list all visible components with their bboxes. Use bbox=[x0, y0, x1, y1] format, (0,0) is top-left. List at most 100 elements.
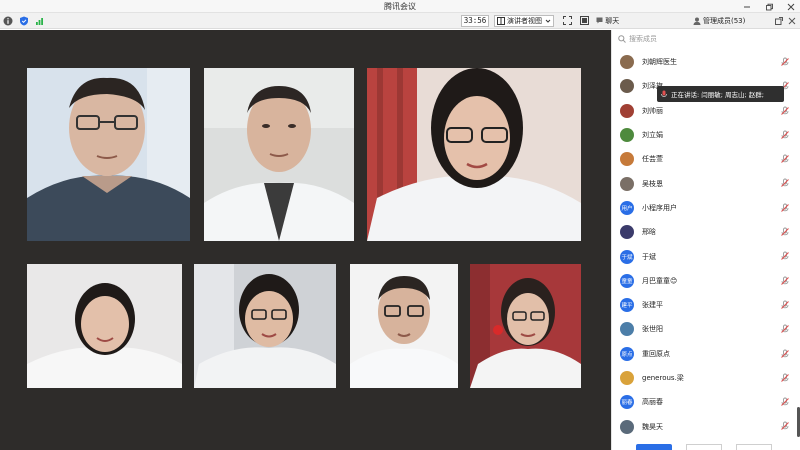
video-tile-2[interactable] bbox=[204, 68, 354, 241]
avatar bbox=[620, 176, 634, 191]
search-icon bbox=[618, 35, 626, 43]
member-item[interactable]: 童童 月巴童童😊 bbox=[612, 269, 797, 293]
member-item[interactable]: 张世阳 bbox=[612, 317, 797, 341]
tab-chat-label: 聊天 bbox=[605, 17, 620, 25]
avatar bbox=[620, 322, 634, 337]
member-name: 高丽春 bbox=[642, 398, 663, 407]
avatar bbox=[620, 371, 634, 385]
tab-members[interactable]: 管理成员(53) bbox=[693, 16, 745, 26]
member-name: 于斌 bbox=[642, 252, 656, 261]
search-box[interactable]: 搜索成员 bbox=[618, 33, 796, 45]
meeting-timer: 33:56 bbox=[461, 15, 489, 27]
window-title: 腾讯会议 bbox=[384, 2, 416, 11]
avatar: 用户 bbox=[620, 200, 634, 215]
meeting-toolbar: 33:56 演讲者视图 聊天 管理成员(53) bbox=[0, 13, 800, 29]
layout-icon[interactable] bbox=[579, 15, 590, 26]
member-item[interactable]: 吴枝恩 bbox=[612, 171, 797, 195]
member-name: 邢晗 bbox=[642, 228, 656, 237]
info-icon[interactable] bbox=[2, 15, 13, 26]
video-tile-7[interactable] bbox=[470, 264, 581, 388]
action-button-3[interactable] bbox=[736, 444, 772, 450]
avatar bbox=[620, 103, 634, 118]
tab-chat[interactable]: 聊天 bbox=[596, 16, 619, 26]
member-name: 吴枝恩 bbox=[642, 179, 663, 188]
title-bar: 腾讯会议 bbox=[0, 0, 800, 13]
member-list: 刘朝辉医生 刘泽旗 刘帅丽 刘立娟 任芸萱 吴枝恩 用户 小程序用户 邢晗 于斌 于斌 童童 月巴童童😊… bbox=[612, 50, 797, 439]
member-name: 刘立娟 bbox=[642, 131, 663, 140]
video-tile-1[interactable] bbox=[27, 68, 190, 241]
minimize-icon[interactable] bbox=[742, 1, 752, 12]
member-item[interactable]: 刘朝辉医生 bbox=[612, 50, 797, 74]
panel-close-icon[interactable] bbox=[787, 15, 796, 26]
grid-view-icon bbox=[497, 17, 505, 25]
microphone-icon bbox=[661, 90, 667, 97]
mic-muted-icon[interactable] bbox=[780, 349, 790, 359]
mic-muted-icon[interactable] bbox=[780, 397, 790, 407]
member-name: 重回原点 bbox=[642, 349, 670, 358]
mic-muted-icon[interactable] bbox=[780, 373, 790, 383]
avatar: 童童 bbox=[620, 273, 634, 288]
shield-icon[interactable] bbox=[18, 15, 29, 26]
action-button-2[interactable] bbox=[686, 444, 722, 450]
member-item[interactable]: 用户 小程序用户 bbox=[612, 196, 797, 220]
speaker-view-button[interactable]: 演讲者视图 bbox=[494, 15, 554, 27]
member-item[interactable]: 刘立娟 bbox=[612, 123, 797, 147]
tab-members-label: 管理成员(53) bbox=[703, 17, 746, 25]
mic-muted-icon[interactable] bbox=[780, 130, 790, 140]
avatar: 建平 bbox=[620, 298, 634, 313]
mic-muted-icon[interactable] bbox=[780, 203, 790, 213]
member-item[interactable]: 建平 张建平 bbox=[612, 293, 797, 317]
mic-muted-icon[interactable] bbox=[780, 57, 790, 67]
member-item[interactable]: 原点 重回原点 bbox=[612, 342, 797, 366]
member-item[interactable]: 邢晗 bbox=[612, 220, 797, 244]
video-tile-3[interactable] bbox=[367, 68, 581, 241]
mic-muted-icon[interactable] bbox=[780, 227, 790, 237]
avatar bbox=[620, 128, 634, 143]
member-name: 刘朝辉医生 bbox=[642, 58, 677, 67]
mic-muted-icon[interactable] bbox=[780, 251, 790, 261]
mic-muted-icon[interactable] bbox=[780, 178, 790, 188]
member-item[interactable]: 刘帅丽 bbox=[612, 99, 797, 123]
member-name: generous.梁 bbox=[642, 374, 684, 382]
action-button-1[interactable] bbox=[636, 444, 672, 450]
window-controls bbox=[742, 0, 796, 13]
member-name: 刘帅丽 bbox=[642, 106, 663, 115]
member-name: 小程序用户 bbox=[642, 203, 677, 212]
member-item[interactable]: generous.梁 bbox=[612, 366, 797, 390]
video-stage bbox=[0, 30, 611, 450]
avatar: 原点 bbox=[620, 346, 634, 361]
member-name: 张世阳 bbox=[642, 325, 663, 334]
video-tile-6[interactable] bbox=[350, 264, 458, 388]
avatar bbox=[620, 79, 634, 94]
mic-muted-icon[interactable] bbox=[780, 154, 790, 164]
member-item[interactable]: 丽春 高丽春 bbox=[612, 390, 797, 414]
signal-icon[interactable] bbox=[34, 15, 45, 26]
restore-icon[interactable] bbox=[764, 1, 774, 12]
avatar bbox=[620, 225, 634, 240]
video-tile-5[interactable] bbox=[194, 264, 336, 388]
popout-icon[interactable] bbox=[774, 15, 783, 26]
fullscreen-icon[interactable] bbox=[562, 15, 573, 26]
panel-actions bbox=[636, 444, 772, 450]
avatar bbox=[620, 55, 634, 70]
mic-muted-icon[interactable] bbox=[780, 300, 790, 310]
avatar bbox=[620, 419, 634, 434]
view-label: 演讲者视图 bbox=[507, 17, 542, 25]
video-tile-4[interactable] bbox=[27, 264, 182, 388]
mic-muted-icon[interactable] bbox=[780, 106, 790, 116]
speaking-text: 正在讲话: 闫丽敏; 周志山; 赵群; bbox=[671, 91, 764, 99]
member-item[interactable]: 于斌 于斌 bbox=[612, 244, 797, 268]
member-name: 魏昊天 bbox=[642, 422, 663, 431]
mic-muted-icon[interactable] bbox=[780, 324, 790, 334]
search-input[interactable]: 搜索成员 bbox=[629, 34, 657, 44]
mic-muted-icon[interactable] bbox=[780, 421, 790, 431]
member-item[interactable]: 魏昊天 bbox=[612, 414, 797, 438]
avatar bbox=[620, 152, 634, 167]
member-item[interactable]: 任芸萱 bbox=[612, 147, 797, 171]
avatar: 于斌 bbox=[620, 249, 634, 264]
members-icon bbox=[693, 17, 701, 25]
avatar: 丽春 bbox=[620, 395, 634, 410]
mic-muted-icon[interactable] bbox=[780, 276, 790, 286]
close-icon[interactable] bbox=[786, 1, 796, 12]
chevron-down-icon bbox=[545, 19, 551, 23]
